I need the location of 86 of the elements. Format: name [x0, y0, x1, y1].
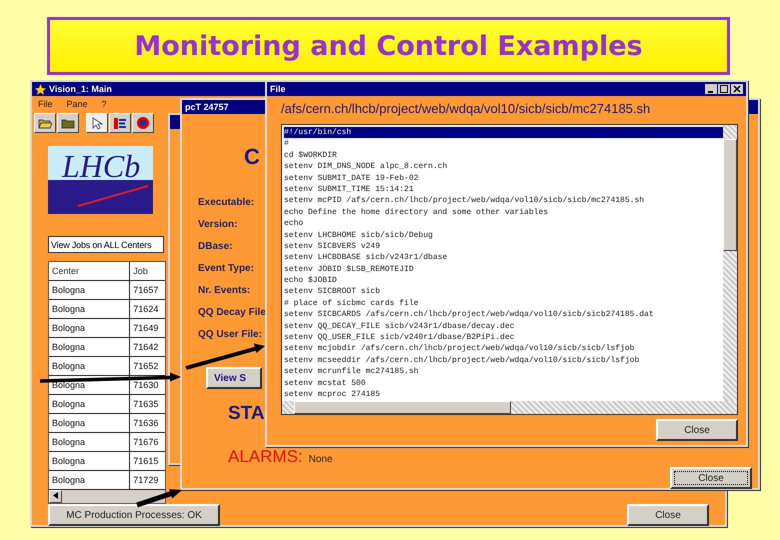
table-cell: Bologna — [49, 395, 130, 413]
logo: LHCb — [48, 146, 153, 214]
close-button[interactable]: Close — [656, 419, 738, 441]
code-line: echo Define the home directory and some other variables — [284, 206, 550, 218]
code-line: cd $WORKDIR — [284, 150, 338, 162]
table-cell: Bologna — [49, 281, 130, 299]
arrow — [136, 489, 182, 508]
column-header[interactable]: Center — [49, 262, 130, 280]
code-line: setenv LHCBHOME sicb/sicb/Debug — [284, 230, 434, 241]
folder-icon[interactable] — [57, 113, 79, 133]
status-label: STA — [228, 403, 265, 425]
minimize-icon[interactable] — [705, 84, 717, 94]
close-button[interactable]: Close — [627, 504, 709, 526]
code-line: setenv JOBID $LSB_REMOTEJID — [284, 264, 415, 276]
field-label: Nr. Events: — [198, 284, 250, 297]
code-line: # place of sicbmc cards file — [284, 298, 420, 310]
table-cell: Bologna — [49, 414, 130, 432]
close-button[interactable]: Close — [670, 467, 752, 489]
text-area[interactable] — [281, 124, 738, 416]
code-line: # — [284, 138, 290, 150]
table-cell-text: 71657 — [132, 284, 160, 297]
code-line: setenv mcstat 500 — [284, 378, 367, 389]
menu-item[interactable]: ? — [102, 98, 107, 110]
table-cell: Bologna — [49, 319, 130, 337]
field-label: Event Type: — [198, 262, 254, 275]
field-label: QQ User File: — [198, 328, 262, 341]
code-line: setenv QQ_DECAY_FILE sicb/v243r1/dbase/decay.dec — [284, 320, 516, 332]
view-button[interactable]: View S — [206, 367, 262, 389]
window-title: Vision_1: Main — [49, 84, 112, 94]
table-cell: Bologna — [49, 376, 130, 394]
table-cell: Bologna — [49, 452, 130, 470]
field-label: Version: — [198, 218, 238, 231]
pointer-icon[interactable] — [86, 113, 108, 133]
table-cell-text: 71635 — [132, 398, 160, 411]
code-line: setenv LHCBDBASE sicb/v243r1/dbase — [284, 252, 448, 264]
view-field[interactable]: View Jobs on ALL Centers — [48, 236, 164, 253]
heading: C — [244, 144, 260, 170]
code-line: setenv SUBMIT_TIME 15:14:21 — [284, 184, 415, 196]
scroll-left-icon[interactable] — [53, 492, 58, 499]
field-label: DBase: — [198, 240, 232, 253]
open-folder-icon[interactable] — [34, 113, 56, 133]
maximize-icon[interactable] — [718, 84, 730, 94]
scrollbar[interactable] — [282, 401, 737, 414]
table-cell-text: 71642 — [132, 341, 160, 354]
code-line: setenv mcjobdir /afs/cern.ch/lhcb/project/web/wdqa/vol10/sicb/sicb/lsfjob — [284, 343, 636, 355]
file-path: /afs/cern.ch/lhcb/project/web/wdqa/vol10/sicb/sicb/mc274185.sh — [281, 101, 652, 116]
code-line: setenv mcPID /afs/cern.ch/lhcb/project/web/wdqa/vol10/sicb/sicb/mc274185.sh — [284, 195, 646, 207]
table-cell-text: 71676 — [132, 436, 160, 449]
code-line: setenv SICBROOT sicb — [284, 286, 382, 298]
code-line: setenv mcproc 274185 — [284, 388, 382, 400]
table-cell-text: 71649 — [132, 322, 160, 335]
slide-title: Monitoring and Control Examples — [47, 17, 730, 75]
alarms-label: ALARMS: — [228, 447, 303, 467]
code-line: setenv SICBCARDS /afs/cern.ch/lhcb/project/web/wdqa/vol10/sicb/sicb274185.dat — [284, 309, 655, 321]
menu-item[interactable]: Pane — [66, 98, 88, 110]
code-line: setenv SUBMIT_DATE 19-Feb-02 — [284, 172, 420, 184]
table-cell-text: 71652 — [132, 360, 160, 373]
table-cell-text: 71624 — [132, 303, 160, 316]
scrollbar[interactable] — [49, 490, 165, 503]
code-line: setenv DIM_DNS_NODE alpc_8.cern.ch — [284, 161, 448, 173]
alarms-value: None — [308, 454, 333, 465]
code-line: echo — [284, 218, 304, 230]
table-cell: Bologna — [49, 433, 130, 451]
window-title: pcT 24757 — [185, 102, 229, 112]
field-label: QQ Decay File — [198, 306, 266, 319]
close-icon[interactable] — [731, 84, 743, 94]
table-cell-text: 71615 — [132, 455, 160, 468]
code-line: setenv mcseeddir /afs/cern.ch/lhcb/project/web/wdqa/vol10/sicb/sicb/lsfjob — [284, 354, 640, 366]
status-button[interactable]: MC Production Processes: OK — [48, 504, 220, 526]
window-title: File — [270, 84, 286, 94]
star-icon — [35, 84, 46, 94]
table-cell-text: 71636 — [132, 417, 160, 430]
table-cell-text: 71729 — [132, 474, 160, 487]
table-cell: Bologna — [49, 357, 130, 375]
field-label: Executable: — [198, 196, 254, 209]
code-line: setenv mcrunfile mc274185.sh — [284, 366, 420, 378]
code-line: echo $JOBID — [284, 275, 338, 286]
table-cell-text: 71630 — [132, 379, 160, 392]
scrollbar[interactable] — [723, 125, 737, 402]
menu-item[interactable]: File — [38, 98, 53, 110]
code-line: setenv SICBVERS v249 — [284, 240, 382, 252]
code-line: setenv QQ_USER_FILE sicb/v240r1/dbase/B2PiPi.dec — [284, 332, 516, 344]
table-cell: Bologna — [49, 471, 130, 489]
column-header[interactable]: Job — [130, 262, 165, 280]
table-cell: Bologna — [49, 338, 130, 356]
table-cell: Bologna — [49, 300, 130, 318]
